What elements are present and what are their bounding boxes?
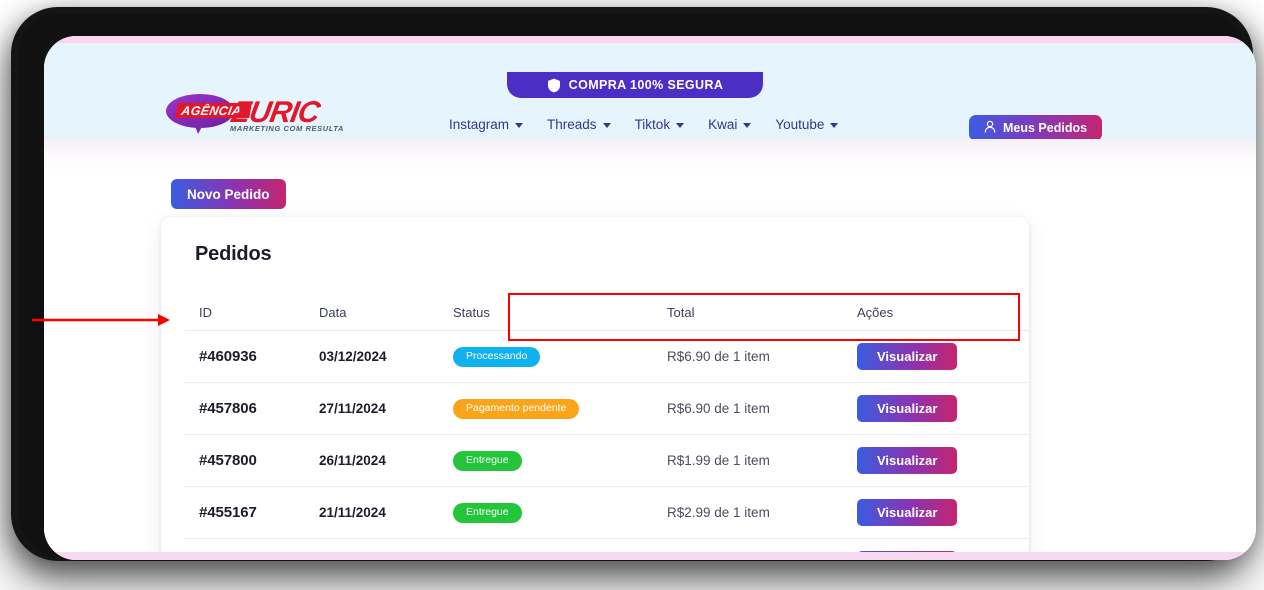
table-row[interactable]: #455167 21/11/2024 Entregue R$2.99 de 1 …	[185, 486, 1029, 539]
svg-text:MARKETING COM RESULTADO: MARKETING COM RESULTADO	[230, 124, 344, 133]
my-orders-button[interactable]: Meus Pedidos	[969, 115, 1103, 141]
device-frame: COMPRA 100% SEGURA AGÊNCIA ZURIC MARKETI…	[18, 14, 1256, 560]
order-id: #455167	[199, 503, 257, 521]
order-date: 03/12/2024	[319, 348, 387, 364]
chevron-down-icon	[602, 122, 611, 128]
view-order-button[interactable]: Visualizar	[857, 499, 958, 526]
new-order-button[interactable]: Novo Pedido	[171, 179, 286, 209]
nav-item-kwai[interactable]: Kwai	[708, 117, 752, 132]
order-id: #457806	[199, 399, 257, 417]
nav-item-label: Instagram	[449, 117, 510, 132]
status-badge: Entregue	[453, 451, 522, 471]
nav-item-youtube[interactable]: Youtube	[775, 117, 839, 132]
order-date: 21/11/2024	[319, 504, 386, 520]
nav-item-label: Threads	[547, 117, 597, 132]
table-header-row: ID Data Status Total Ações	[185, 296, 1029, 331]
nav-item-label: Youtube	[775, 117, 825, 132]
frame-strip-top	[44, 36, 1256, 43]
order-total: R$6.90 de 1 item	[667, 348, 770, 364]
nav-item-label: Tiktok	[634, 117, 671, 132]
chevron-down-icon	[830, 122, 839, 128]
view-order-button[interactable]: Visualizar	[857, 395, 958, 422]
page-title: Pedidos	[195, 243, 272, 265]
order-total: R$1.99 de 1 item	[667, 452, 770, 468]
chevron-down-icon	[743, 122, 752, 128]
header-gradient-fade	[44, 139, 1256, 173]
orders-card: Pedidos ID Data Status Total Ações #4609…	[161, 217, 1029, 560]
main-nav[interactable]: Instagram Threads Tiktok Kwai Youtube	[449, 117, 839, 132]
secure-banner-label: COMPRA 100% SEGURA	[568, 78, 724, 92]
browser-viewport: COMPRA 100% SEGURA AGÊNCIA ZURIC MARKETI…	[44, 36, 1256, 560]
nav-item-label: Kwai	[708, 117, 738, 132]
column-header-acoes: Ações	[857, 296, 1029, 331]
view-order-button[interactable]: Visualizar	[857, 447, 958, 474]
secure-purchase-banner: COMPRA 100% SEGURA	[507, 72, 763, 98]
column-header-status: Status	[453, 296, 667, 331]
order-date: 27/11/2024	[319, 400, 386, 416]
nav-item-instagram[interactable]: Instagram	[449, 117, 524, 132]
brand-logo[interactable]: AGÊNCIA ZURIC MARKETING COM RESULTADO	[164, 91, 356, 137]
nav-item-threads[interactable]: Threads	[547, 117, 611, 132]
user-icon	[984, 120, 996, 136]
column-header-id: ID	[185, 296, 319, 331]
frame-strip-bottom	[44, 552, 1256, 560]
page-body: Novo Pedido Pedidos ID Data Status Total…	[44, 173, 1256, 560]
table-row[interactable]: #457806 27/11/2024 Pagamento pendente R$…	[185, 382, 1029, 435]
nav-item-tiktok[interactable]: Tiktok	[635, 117, 685, 132]
chevron-down-icon	[515, 122, 524, 128]
table-row[interactable]: #460936 03/12/2024 Processando R$6.90 de…	[185, 330, 1029, 383]
order-id: #457800	[199, 451, 257, 469]
order-total: R$6.90 de 1 item	[667, 400, 770, 416]
chevron-down-icon	[676, 122, 685, 128]
table-row[interactable]: #457800 26/11/2024 Entregue R$1.99 de 1 …	[185, 434, 1029, 487]
order-total: R$2.99 de 1 item	[667, 504, 770, 520]
orders-table: ID Data Status Total Ações #460936 03/12…	[185, 296, 1029, 560]
status-badge: Entregue	[453, 503, 522, 523]
status-badge: Processando	[453, 347, 541, 367]
site-header: COMPRA 100% SEGURA AGÊNCIA ZURIC MARKETI…	[44, 43, 1256, 141]
view-order-button[interactable]: Visualizar	[857, 343, 958, 370]
column-header-total: Total	[667, 296, 857, 331]
my-orders-label: Meus Pedidos	[1003, 121, 1088, 135]
column-header-data: Data	[319, 296, 453, 331]
order-id: #460936	[199, 347, 257, 365]
shield-icon	[547, 78, 561, 93]
order-date: 26/11/2024	[319, 452, 386, 468]
status-badge: Pagamento pendente	[453, 399, 580, 419]
